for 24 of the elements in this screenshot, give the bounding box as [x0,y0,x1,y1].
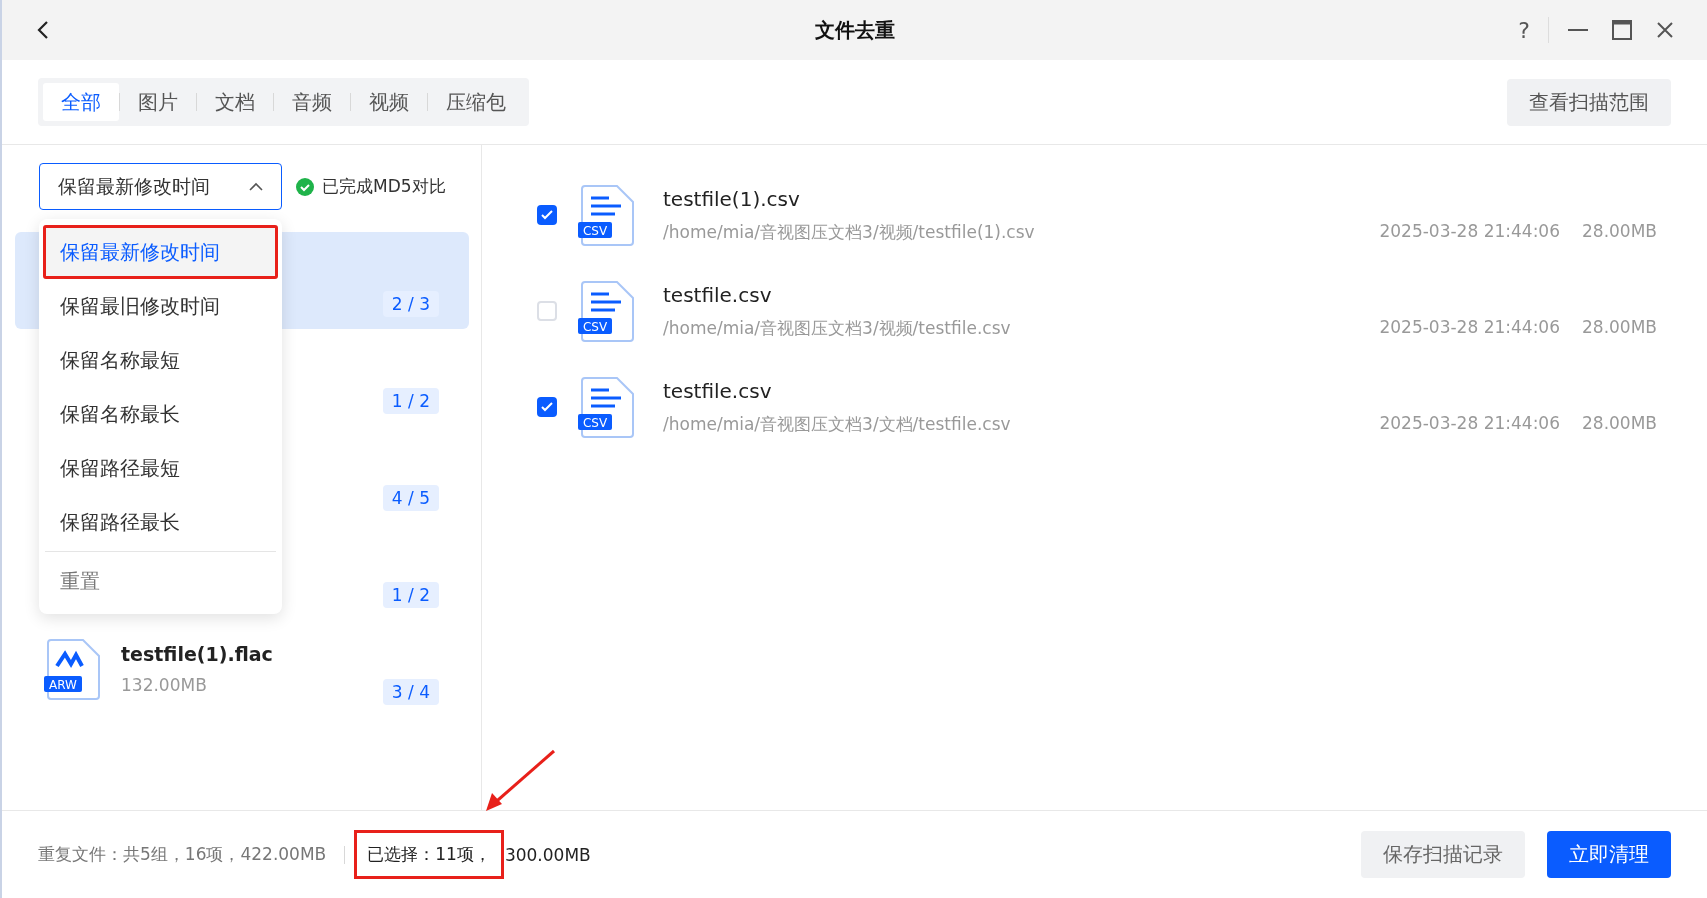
file-size: 28.00MB [1582,316,1657,339]
group-name: testfile(1).flac [121,642,273,665]
file-date: 2025-03-28 21:44:06 [1379,220,1560,243]
file-name: testfile.csv [663,282,773,307]
file-name: testfile.csv [663,378,773,403]
file-path: /home/mia/音视图压文档3/视频/testfile.csv [663,316,1011,340]
window-title: 文件去重 [814,16,895,44]
file-name: testfile(1).csv [663,186,801,211]
group-count: 4 / 5 [382,485,439,511]
file-path: /home/mia/音视图压文档3/视频/testfile(1).csv [663,220,1035,244]
selected-count: 已选择：11项， [357,833,501,876]
group-count: 1 / 2 [382,388,439,414]
selected-size: 300.00MB [504,844,591,865]
group-size: 132.00MB [121,674,208,695]
file-date: 2025-03-28 21:44:06 [1379,316,1560,339]
file-path: /home/mia/音视图压文档3/文档/testfile.csv [663,412,1011,436]
group-count: 2 / 3 [382,291,439,317]
file-date: 2025-03-28 21:44:06 [1379,412,1560,435]
md5-status-text: 已完成MD5对比 [322,175,446,198]
group-count: 1 / 2 [382,582,439,608]
group-count: 3 / 4 [382,679,439,705]
file-size: 28.00MB [1582,412,1657,435]
file-size: 28.00MB [1582,220,1657,243]
duplicate-summary: 重复文件：共5组，16项，422.00MB [38,843,327,866]
